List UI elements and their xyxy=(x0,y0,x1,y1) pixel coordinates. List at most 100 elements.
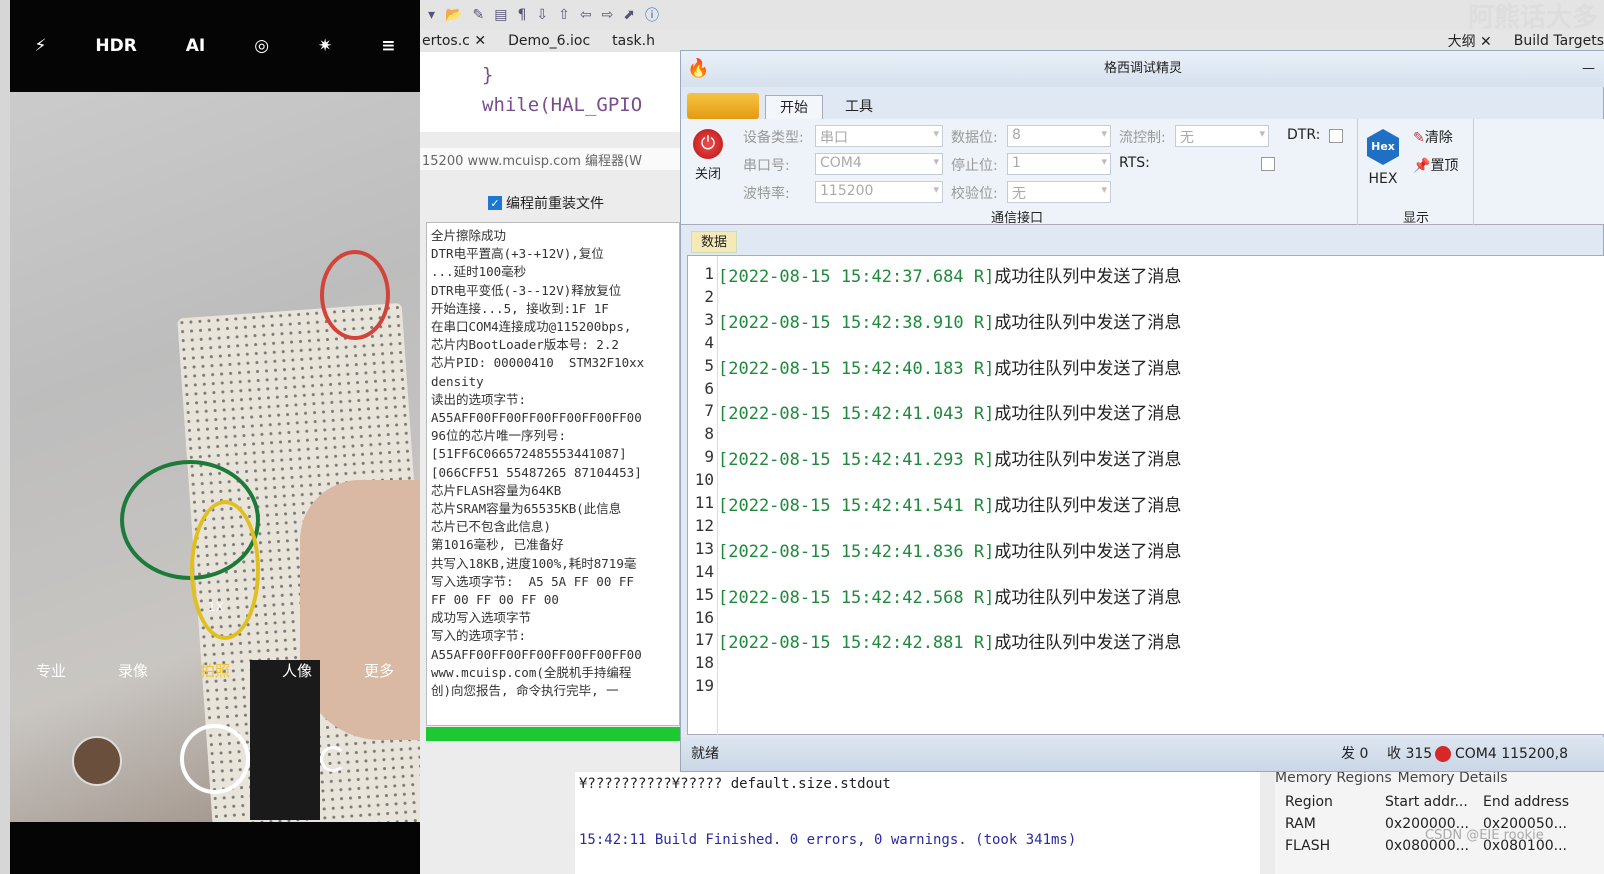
flow-select[interactable]: 无 xyxy=(1175,125,1269,147)
port-select[interactable]: COM4 xyxy=(815,153,943,175)
log-entry: [2022-08-15 15:42:38.910 R]成功往队列中发送了消息 xyxy=(718,308,1181,333)
log-entry: [2022-08-15 15:42:41.836 R]成功往队列中发送了消息 xyxy=(718,537,1181,562)
switch-camera-icon[interactable] xyxy=(320,746,346,772)
app-menu-button[interactable] xyxy=(687,93,759,119)
line-number: 17 xyxy=(694,630,714,650)
tab-freertos-c[interactable]: ertos.c ✕ xyxy=(422,33,486,49)
tab-start[interactable]: 开始 xyxy=(765,95,823,119)
timestamp: [2022-08-15 15:42:38.910 R] xyxy=(718,312,995,333)
log-line: 创)向您报告, 命令执行完毕, 一 xyxy=(431,683,619,699)
camera-bottom-bar xyxy=(10,822,420,874)
log-line: 芯片PID: 00000410 STM32F10xx xyxy=(431,355,645,371)
tab-data[interactable]: 数据 xyxy=(691,231,737,253)
toolbar-paragraph-icon[interactable]: ¶ xyxy=(517,7,526,23)
shutter-button[interactable] xyxy=(180,724,250,794)
code-editor[interactable]: } while(HAL_GPIO xyxy=(420,52,680,132)
toolbar-run-icon[interactable]: ▾ xyxy=(428,7,435,23)
log-entry: [2022-08-15 15:42:42.881 R]成功往队列中发送了消息 xyxy=(718,628,1181,653)
tab-task-h[interactable]: task.h xyxy=(612,33,655,49)
gallery-thumbnail[interactable] xyxy=(72,736,122,786)
dtr-checkbox[interactable] xyxy=(1329,129,1343,143)
group-comm-label: 通信接口 xyxy=(991,211,1044,226)
ide-toolbar: ▾ 📂 ✎ ▤ ¶ ⇩ ⇧ ⇦ ⇨ ⬈ ⓘ 阿熊话大多 xyxy=(420,0,1604,33)
toolbar-open-icon[interactable]: 📂 xyxy=(445,7,462,23)
rts-checkbox[interactable] xyxy=(1261,157,1275,171)
hex-label: HEX xyxy=(1368,171,1398,187)
tab-memory-details[interactable]: Memory Details xyxy=(1398,770,1508,786)
col-header: End address xyxy=(1483,794,1570,810)
log-line: 开始连接...5, 接收到:1F 1F xyxy=(431,300,609,316)
line-number: 1 xyxy=(704,264,714,283)
flow-label: 流控制: xyxy=(1119,130,1166,146)
toolbar-prev-icon[interactable]: ⇧ xyxy=(558,7,570,23)
toolbar-forward-icon[interactable]: ⇨ xyxy=(602,7,614,23)
message: 成功往队列中发送了消息 xyxy=(994,587,1182,608)
log-line: 全片擦除成功 xyxy=(431,228,507,243)
hdr-button[interactable]: HDR xyxy=(95,36,136,56)
mode-pro[interactable]: 专业 xyxy=(36,660,66,681)
col-header: Region xyxy=(1285,794,1333,810)
toolbar-mark-icon[interactable]: ▤ xyxy=(494,7,507,23)
toolbar-export-icon[interactable]: ⬈ xyxy=(623,7,635,23)
port-status: COM4 115200,8 xyxy=(1455,746,1569,762)
close-port-button[interactable]: ⏻ 关闭 xyxy=(693,129,723,182)
menu-icon[interactable]: ≡ xyxy=(381,36,395,56)
mode-photo[interactable]: 拍照 xyxy=(200,660,230,681)
device-type-select[interactable]: 串口 xyxy=(815,125,943,147)
parity-select[interactable]: 无 xyxy=(1007,181,1111,203)
tab-outline[interactable]: 大纲 ✕ xyxy=(1448,31,1492,51)
mode-portrait[interactable]: 人像 xyxy=(282,660,312,681)
toolbar-edit-icon[interactable]: ✎ xyxy=(472,7,484,23)
baud-select[interactable]: 115200 xyxy=(815,181,943,203)
port-status-icon xyxy=(1435,746,1451,762)
tab-build-targets[interactable]: Build Targets xyxy=(1514,33,1604,49)
info-icon[interactable]: ⓘ xyxy=(645,5,659,25)
log-line: [066CFF51 55487265 87104453] xyxy=(431,464,642,480)
log-entry: [2022-08-15 15:42:40.183 R]成功往队列中发送了消息 xyxy=(718,354,1181,379)
hex-button[interactable]: Hex HEX xyxy=(1367,129,1399,187)
mode-more[interactable]: 更多 xyxy=(364,660,394,681)
message: 成功往队列中发送了消息 xyxy=(994,358,1182,379)
pin-top-button[interactable]: 📌置顶 xyxy=(1413,155,1458,175)
editor-tabs: ertos.c ✕ Demo_6.ioc task.h 大纲 ✕ Build T… xyxy=(420,30,1604,52)
live-photo-icon[interactable]: ◎ xyxy=(254,36,269,56)
ribbon: ⏻ 关闭 设备类型: 串口 串口号: COM4 波特率: 115200 数据位:… xyxy=(681,119,1604,226)
cell: FLASH xyxy=(1285,838,1331,854)
ai-button[interactable]: AI xyxy=(186,36,205,56)
log-line: 芯片已不包含此信息) xyxy=(431,519,552,535)
zoom-level[interactable]: 1X xyxy=(208,600,224,614)
checkbox-checked-icon[interactable]: ✓ xyxy=(488,196,502,210)
minimize-button[interactable]: — xyxy=(1582,51,1595,87)
log-line: DTR电平置高(+3-+12V),复位 xyxy=(431,246,604,262)
log-entry: [2022-08-15 15:42:41.043 R]成功往队列中发送了消息 xyxy=(718,399,1181,424)
line-number: 12 xyxy=(694,515,714,535)
message: 成功往队列中发送了消息 xyxy=(994,312,1182,333)
toolbar-back-icon[interactable]: ⇦ xyxy=(580,7,592,23)
build-console: ¥??????????¥????? default.size.stdout 15… xyxy=(575,772,1260,874)
group-display-label: 显示 xyxy=(1403,211,1430,226)
data-bits-select[interactable]: 8 xyxy=(1007,125,1111,147)
tab-tools[interactable]: 工具 xyxy=(831,95,887,119)
message: 成功往队列中发送了消息 xyxy=(994,633,1182,654)
log-line: [51FF6C066572485553441087] xyxy=(431,446,627,462)
tab-memory-regions[interactable]: Memory Regions xyxy=(1275,770,1392,786)
log-line: 在串口COM4连接成功@115200bps, xyxy=(431,319,632,335)
filter-icon[interactable]: ✷ xyxy=(318,36,332,56)
toolbar-next-icon[interactable]: ⇩ xyxy=(536,7,548,23)
sent-count: 发 0 xyxy=(1341,746,1369,762)
isp-progress-bar xyxy=(426,727,680,741)
message: 成功往队列中发送了消息 xyxy=(994,450,1182,471)
flash-off-icon[interactable]: ⚡ xyxy=(34,36,46,56)
clear-button[interactable]: ✎清除 xyxy=(1413,127,1453,147)
close-label: 关闭 xyxy=(694,167,721,182)
red-wire xyxy=(320,250,390,340)
line-number: 19 xyxy=(694,676,714,696)
tab-demo-ioc[interactable]: Demo_6.ioc xyxy=(508,33,590,49)
receive-area[interactable]: 1 [2022-08-15 15:42:37.684 R]成功往队列中发送了消息 2… xyxy=(687,255,1604,736)
log-line: 芯片内BootLoader版本号: 2.2 xyxy=(431,337,619,353)
log-line: DTR电平变低(-3--12V)释放复位 xyxy=(431,282,622,298)
stop-bits-select[interactable]: 1 xyxy=(1007,153,1111,175)
mode-video[interactable]: 录像 xyxy=(118,660,148,681)
reload-file-checkbox[interactable]: ✓ 编程前重装文件 xyxy=(488,193,604,213)
timestamp: [2022-08-15 15:42:41.836 R] xyxy=(718,541,995,562)
